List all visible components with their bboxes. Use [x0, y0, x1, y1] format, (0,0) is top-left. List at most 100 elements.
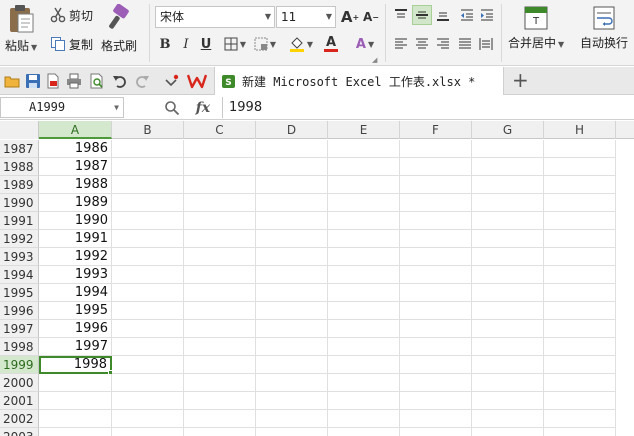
grid-cell[interactable]: 1991 [39, 230, 112, 248]
grid-cell[interactable] [39, 410, 112, 428]
italic-button[interactable]: I [176, 34, 196, 54]
row-header[interactable]: 2001 [0, 392, 39, 410]
row-header[interactable]: 1988 [0, 158, 39, 176]
grid-cell[interactable] [472, 284, 544, 302]
row-header[interactable]: 1996 [0, 302, 39, 320]
grid-cell[interactable] [328, 302, 400, 320]
grid-cell[interactable] [256, 212, 328, 230]
grid-cell[interactable] [112, 374, 184, 392]
row-header[interactable]: 1997 [0, 320, 39, 338]
select-all-corner[interactable] [0, 121, 39, 139]
customize-toolbar-icon[interactable] [163, 73, 179, 89]
grid-cell[interactable] [184, 284, 256, 302]
grid-cell[interactable] [184, 212, 256, 230]
grid-cell[interactable] [472, 374, 544, 392]
grid-cell[interactable] [184, 320, 256, 338]
align-left-button[interactable] [391, 34, 411, 54]
grid-cell[interactable] [472, 338, 544, 356]
grid-cell[interactable] [112, 428, 184, 436]
grid-cell[interactable] [400, 428, 472, 436]
bold-button[interactable]: B [155, 34, 175, 54]
grid-cell[interactable] [400, 140, 472, 158]
grid-cell[interactable] [400, 230, 472, 248]
grid-cell[interactable] [544, 266, 616, 284]
tab-document[interactable]: S 新建 Microsoft Excel 工作表.xlsx * [214, 67, 504, 95]
row-header[interactable]: 1989 [0, 176, 39, 194]
grid-cell[interactable] [39, 428, 112, 436]
grid-cell[interactable] [112, 212, 184, 230]
column-header-a[interactable]: A [39, 121, 112, 139]
grid-cell[interactable] [112, 266, 184, 284]
grid-cell[interactable] [256, 266, 328, 284]
grid-cell[interactable] [328, 248, 400, 266]
column-header-h[interactable]: H [544, 121, 616, 139]
grid-cell[interactable]: 1987 [39, 158, 112, 176]
grid-cell[interactable] [400, 338, 472, 356]
copy-button[interactable]: 复制 [50, 34, 93, 54]
column-header-g[interactable]: G [472, 121, 544, 139]
increase-indent-button[interactable] [477, 5, 497, 25]
grid-cell[interactable] [256, 140, 328, 158]
grid-cell[interactable] [544, 374, 616, 392]
grid-cell[interactable] [544, 212, 616, 230]
grid-cell[interactable] [328, 338, 400, 356]
row-header[interactable]: 1993 [0, 248, 39, 266]
grid-cell[interactable] [39, 374, 112, 392]
grid-cell[interactable] [328, 158, 400, 176]
grid-cell[interactable] [328, 266, 400, 284]
font-color-button[interactable]: A [318, 34, 344, 54]
underline-button[interactable]: U [196, 34, 216, 54]
grid-cell[interactable] [472, 176, 544, 194]
grid-cell[interactable] [472, 230, 544, 248]
search-icon[interactable] [164, 100, 180, 116]
redo-icon[interactable] [134, 73, 150, 89]
grid-cell[interactable] [112, 230, 184, 248]
grid-cell[interactable] [544, 338, 616, 356]
grid-cell[interactable]: 1986 [39, 140, 112, 158]
shrink-font-button[interactable]: A − [361, 7, 381, 27]
grid-cell[interactable] [184, 230, 256, 248]
grid-cell[interactable] [544, 428, 616, 436]
justify-button[interactable] [455, 34, 475, 54]
column-header-c[interactable]: C [184, 121, 256, 139]
grid-cell[interactable] [256, 410, 328, 428]
borders-button[interactable]: ▼ [221, 34, 249, 54]
grid-cell[interactable] [112, 284, 184, 302]
insert-function-button[interactable]: fx [196, 100, 210, 116]
grid-cell[interactable] [400, 374, 472, 392]
grid-cell[interactable] [544, 410, 616, 428]
grid-cell[interactable] [400, 302, 472, 320]
distributed-align-button[interactable] [476, 34, 496, 54]
row-header[interactable]: 1999 [0, 356, 39, 374]
grid-cell[interactable] [256, 338, 328, 356]
grid-cell[interactable]: 1988 [39, 176, 112, 194]
dialog-launcher-icon[interactable]: ◢ [372, 56, 377, 64]
grid-cell[interactable] [184, 374, 256, 392]
grid-cell[interactable] [472, 266, 544, 284]
grid-cell[interactable] [544, 176, 616, 194]
grid-cell[interactable] [400, 356, 472, 374]
grid-cell[interactable] [472, 302, 544, 320]
grid-cell[interactable] [400, 284, 472, 302]
wps-logo-icon[interactable] [187, 73, 207, 89]
grid-cell[interactable] [544, 356, 616, 374]
grid-cell[interactable] [256, 158, 328, 176]
grid-cell[interactable] [472, 248, 544, 266]
grid-cell[interactable] [112, 302, 184, 320]
print-icon[interactable] [66, 73, 82, 89]
grid-cell[interactable] [472, 194, 544, 212]
grid-cell[interactable] [328, 176, 400, 194]
grid-cell[interactable] [112, 320, 184, 338]
grid-cell[interactable] [400, 158, 472, 176]
grid-cell[interactable] [256, 230, 328, 248]
row-header[interactable]: 2000 [0, 374, 39, 392]
align-right-button[interactable] [433, 34, 453, 54]
grid-cell[interactable] [112, 410, 184, 428]
grid-cell[interactable] [256, 374, 328, 392]
undo-icon[interactable] [112, 73, 128, 89]
grid-cell[interactable]: 1994 [39, 284, 112, 302]
grid-cell[interactable]: 1997 [39, 338, 112, 356]
grid-cell[interactable] [328, 212, 400, 230]
grid-cell[interactable] [544, 284, 616, 302]
grid-cell[interactable] [112, 356, 184, 374]
